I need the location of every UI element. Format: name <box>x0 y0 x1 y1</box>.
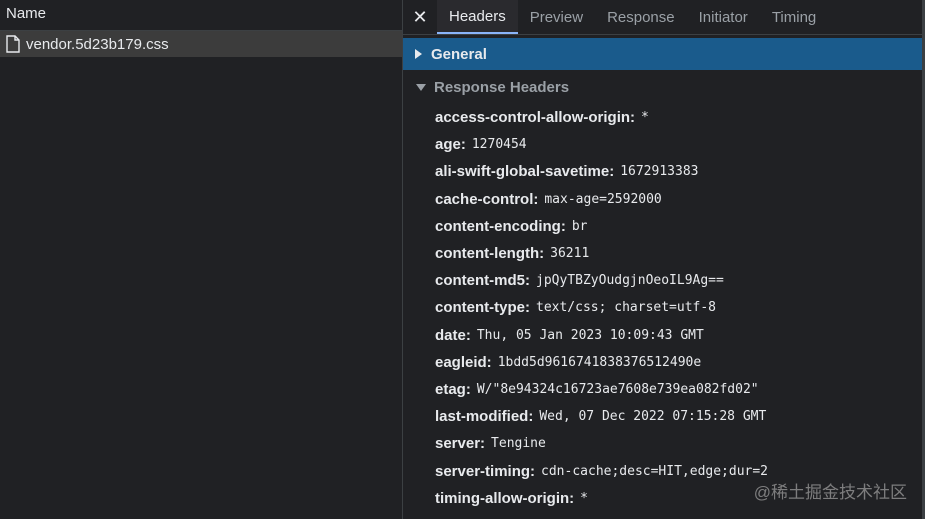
response-header-row: age: 1270454 <box>435 131 922 158</box>
request-name: vendor.5d23b179.css <box>26 35 169 53</box>
response-header-value: Tengine <box>491 436 546 452</box>
response-header-row: date: Thu, 05 Jan 2023 10:09:43 GMT <box>435 322 922 349</box>
general-section-header[interactable]: General <box>403 38 922 70</box>
response-header-name: timing-allow-origin: <box>435 489 575 507</box>
response-header-row: content-length: 36211 <box>435 240 922 267</box>
response-header-value: W/"8e94324c16723ae7608e739ea082fd02" <box>476 381 759 397</box>
response-header-row: access-control-allow-origin: * <box>435 104 922 131</box>
response-header-name: content-type: <box>435 299 530 317</box>
response-header-name: server: <box>435 435 486 453</box>
details-tabbar: ✕ Headers Preview Response Initiator Tim… <box>403 0 922 35</box>
response-header-value: 1bdd5d9616741838376512490e <box>497 354 702 370</box>
file-icon <box>6 35 20 53</box>
response-header-value: Thu, 05 Jan 2023 10:09:43 GMT <box>476 327 704 343</box>
name-column-header[interactable]: Name <box>0 0 402 31</box>
response-header-name: ali-swift-global-savetime: <box>435 163 615 181</box>
response-header-row: cache-control: max-age=2592000 <box>435 186 922 213</box>
response-header-value: * <box>641 110 649 126</box>
tab-timing[interactable]: Timing <box>760 0 828 34</box>
response-header-name: content-length: <box>435 245 545 263</box>
response-header-row: etag: W/"8e94324c16723ae7608e739ea082fd02… <box>435 376 922 403</box>
response-header-row: eagleid: 1bdd5d9616741838376512490e <box>435 349 922 376</box>
response-header-name: access-control-allow-origin: <box>435 109 636 127</box>
expand-arrow-icon <box>415 49 422 59</box>
response-header-value: Wed, 07 Dec 2022 07:15:28 GMT <box>539 409 767 425</box>
response-header-value: * <box>580 490 588 506</box>
response-header-row: content-type: text/css; charset=utf-8 <box>435 294 922 321</box>
response-header-value: 36211 <box>550 246 590 262</box>
response-header-row: last-modified: Wed, 07 Dec 2022 07:15:28 … <box>435 403 922 430</box>
response-header-name: server-timing: <box>435 462 536 480</box>
general-section-title: General <box>431 45 487 63</box>
response-header-value: cdn-cache;desc=HIT,edge;dur=2 <box>541 463 769 479</box>
response-header-value: 1672913383 <box>620 164 699 180</box>
request-details-pane: ✕ Headers Preview Response Initiator Tim… <box>403 0 925 519</box>
collapse-arrow-icon <box>416 83 426 91</box>
response-header-row: content-encoding: br <box>435 213 922 240</box>
response-header-value: br <box>571 218 588 234</box>
response-header-name: age: <box>435 136 466 154</box>
tab-preview[interactable]: Preview <box>518 0 595 34</box>
response-headers-title: Response Headers <box>434 78 570 96</box>
response-header-row: content-md5: jpQyTBZyOudgjnOeoIL9Ag== <box>435 267 922 294</box>
response-header-name: last-modified: <box>435 408 534 426</box>
watermark: @稀土掘金技术社区 <box>753 483 907 502</box>
response-header-name: etag: <box>435 380 471 398</box>
response-header-name: date: <box>435 326 471 344</box>
response-header-value: jpQyTBZyOudgjnOeoIL9Ag== <box>536 273 724 289</box>
response-header-value: 1270454 <box>471 137 527 153</box>
close-icon[interactable]: ✕ <box>403 0 437 34</box>
response-header-value: max-age=2592000 <box>544 191 662 207</box>
request-list-pane: Name vendor.5d23b179.css <box>0 0 403 519</box>
tab-response[interactable]: Response <box>595 0 687 34</box>
response-header-name: eagleid: <box>435 353 492 371</box>
response-header-row: server: Tengine <box>435 430 922 457</box>
response-header-row: ali-swift-global-savetime: 1672913383 <box>435 158 922 185</box>
response-headers-list: access-control-allow-origin: * age: 1270454… <box>403 104 922 512</box>
response-header-name: content-encoding: <box>435 217 566 235</box>
tab-initiator[interactable]: Initiator <box>687 0 760 34</box>
request-row[interactable]: vendor.5d23b179.css <box>0 31 402 57</box>
response-header-name: cache-control: <box>435 190 539 208</box>
response-headers-section-header[interactable]: Response Headers <box>403 70 922 104</box>
tab-headers[interactable]: Headers <box>437 0 518 34</box>
response-header-name: content-md5: <box>435 272 530 290</box>
response-header-value: text/css; charset=utf-8 <box>536 300 717 316</box>
